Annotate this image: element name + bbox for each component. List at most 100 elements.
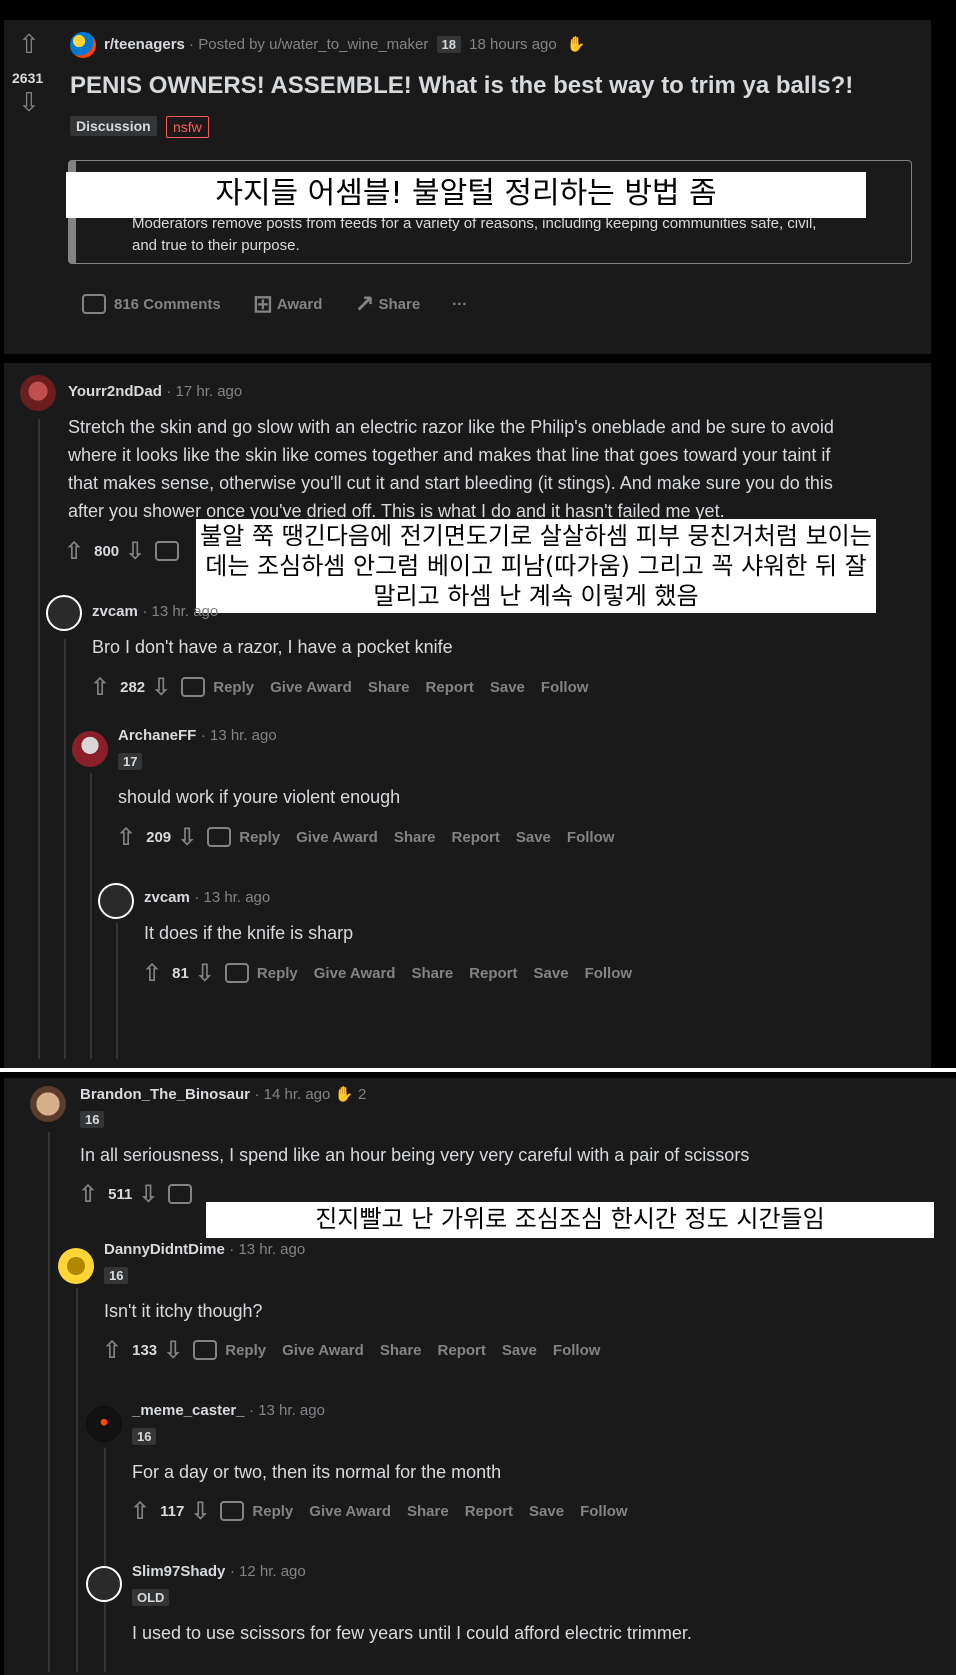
upvote-icon[interactable]: ⇧ [102,1336,122,1364]
nsfw-tag: nsfw [166,116,209,138]
upvote-icon[interactable]: ⇧ [142,959,162,987]
comment-time: · 14 hr. ago [254,1086,331,1103]
downvote-icon[interactable]: ⇩ [125,537,145,565]
post-time: 18 hours ago [469,36,557,53]
user-flair: 18 [436,36,461,53]
thread-line[interactable] [64,639,66,1059]
upvote-icon[interactable]: ⇧ [18,32,40,58]
save-button[interactable]: Save [529,1503,564,1520]
comment-username[interactable]: zvcam [144,889,190,906]
reply-icon[interactable] [207,827,232,847]
reply-button[interactable]: Reply [252,1503,293,1520]
downvote-icon[interactable]: ⇩ [163,1336,183,1364]
avatar[interactable] [20,375,56,411]
comment-username[interactable]: zvcam [92,603,138,620]
thread-line[interactable] [90,773,92,1059]
report-button[interactable]: Report [469,965,517,982]
reply-button[interactable]: Reply [225,1342,266,1359]
report-button[interactable]: Report [426,679,474,696]
downvote-icon[interactable]: ⇩ [151,673,171,701]
reply-icon[interactable] [168,1184,193,1204]
report-button[interactable]: Report [452,829,500,846]
give-award-button[interactable]: Give Award [270,679,352,696]
comment-username[interactable]: Slim97Shady [132,1563,225,1580]
posted-by[interactable]: Posted by u/water_to_wine_maker [198,36,428,53]
follow-button[interactable]: Follow [585,965,633,982]
award-button[interactable]: ⊞ Award [253,290,339,318]
avatar[interactable] [86,1566,122,1602]
award-icon: ✋ [334,1086,354,1103]
reply-button[interactable]: Reply [239,829,280,846]
avatar[interactable] [98,883,134,919]
save-button[interactable]: Save [516,829,551,846]
comment-header: DannyDidntDime · 13 hr. ago [104,1241,305,1259]
upvote-icon[interactable]: ⇧ [116,823,136,851]
comments-button[interactable]: 816 Comments [76,294,237,314]
give-award-button[interactable]: Give Award [282,1342,364,1359]
reply-icon[interactable] [224,963,249,983]
thread-line[interactable] [104,1612,106,1672]
downvote-icon[interactable]: ⇩ [190,1497,210,1525]
thread-line[interactable] [76,1288,78,1672]
save-button[interactable]: Save [534,965,569,982]
reply-icon[interactable] [155,541,180,561]
downvote-icon[interactable]: ⇩ [195,959,215,987]
post-title[interactable]: PENIS OWNERS! ASSEMBLE! What is the best… [70,72,853,100]
give-award-button[interactable]: Give Award [296,829,378,846]
reply-icon[interactable] [181,677,206,697]
comment-username[interactable]: Yourr2ndDad [68,383,162,400]
screenshot-divider [0,1068,956,1072]
downvote-icon[interactable]: ⇩ [18,90,40,116]
report-button[interactable]: Report [438,1342,486,1359]
follow-button[interactable]: Follow [580,1503,628,1520]
upvote-icon[interactable]: ⇧ [78,1180,98,1208]
downvote-icon[interactable]: ⇩ [177,823,197,851]
upvote-icon[interactable]: ⇧ [90,673,110,701]
save-button[interactable]: Save [502,1342,537,1359]
award-icon: ✋ [566,36,586,53]
share-button[interactable]: Share [411,965,453,982]
more-options-button[interactable]: ··· [452,296,483,313]
user-flair: 16 [104,1267,129,1284]
comment-username[interactable]: DannyDidntDime [104,1241,225,1258]
share-button[interactable]: Share [407,1503,449,1520]
reply-icon[interactable] [220,1501,245,1521]
avatar[interactable] [72,731,108,767]
follow-button[interactable]: Follow [553,1342,601,1359]
thread-line[interactable] [48,1132,50,1672]
avatar[interactable] [46,595,82,631]
vote-count: 282 [120,678,146,696]
subreddit-icon[interactable] [70,32,96,58]
upvote-icon[interactable]: ⇧ [64,537,84,565]
avatar[interactable] [86,1406,122,1442]
subreddit-link[interactable]: r/teenagers [104,36,185,53]
avatar[interactable] [58,1248,94,1284]
report-button[interactable]: Report [465,1503,513,1520]
give-award-button[interactable]: Give Award [314,965,396,982]
thread-line[interactable] [116,923,118,1059]
upvote-icon[interactable]: ⇧ [130,1497,150,1525]
follow-button[interactable]: Follow [567,829,615,846]
downvote-icon[interactable]: ⇩ [138,1180,158,1208]
share-button[interactable]: ↗ Share [354,290,436,318]
reply-button[interactable]: Reply [213,679,254,696]
save-button[interactable]: Save [490,679,525,696]
comment-time: · 13 hr. ago [194,889,271,906]
comment-username[interactable]: Brandon_The_Binosaur [80,1086,250,1103]
share-button[interactable]: Share [380,1342,422,1359]
follow-button[interactable]: Follow [541,679,589,696]
comment-username[interactable]: _meme_caster_ [132,1402,245,1419]
reply-button[interactable]: Reply [257,965,298,982]
comment-time: · 13 hr. ago [142,603,219,620]
comment-username[interactable]: ArchaneFF [118,727,196,744]
comment-header: _meme_caster_ · 13 hr. ago [132,1402,325,1420]
thread-line[interactable] [38,419,40,1059]
avatar[interactable] [30,1086,66,1122]
give-award-button[interactable]: Give Award [309,1503,391,1520]
comments-label: 816 Comments [114,295,221,313]
share-button[interactable]: Share [368,679,410,696]
share-button[interactable]: Share [394,829,436,846]
post-flair[interactable]: Discussion [70,116,157,136]
reply-icon[interactable] [193,1340,218,1360]
comments-section-top: Yourr2ndDad · 17 hr. ago Stretch the ski… [4,363,931,1069]
